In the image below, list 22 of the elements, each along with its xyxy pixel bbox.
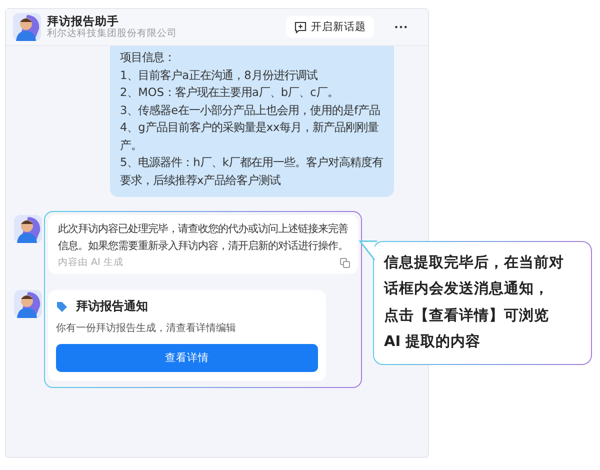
callout-text: 信息提取完毕后，在当前对 话框内会发送消息通知， 点击【查看详情】可浏览 AI 提取的内容 — [384, 253, 565, 352]
message-line: 3、传感器e在一小部分产品上也会用，使用的是f产品 — [120, 102, 382, 118]
message-line: 5、电源器件：h厂、k厂都在用一些。客户对高精度有要求，后续推荐x产品给客户测试 — [120, 155, 384, 188]
message-line: 4、g产品目前客户的采购量是xx每月，新产品刚刚量产。 — [120, 120, 380, 154]
message-line: 1、目前客户a正在沟通，8月份进行调试 — [120, 68, 318, 84]
avatar-icon — [14, 290, 42, 318]
tag-icon — [56, 300, 68, 312]
avatar-icon — [14, 215, 42, 243]
add-chat-icon — [294, 20, 307, 34]
new-topic-button[interactable]: 开启新话题 — [286, 16, 374, 38]
message-line: 2、MOS：客户现在主要用a厂、b厂、c厂。 — [120, 85, 340, 101]
ai-note: 内容由 AI 生成 — [58, 256, 124, 270]
message-text: 此次拜访内容已处理完毕，请查收您的代办或访问上述链接来完善信息。如果您需要重新录入拜访内容，清开启新的对话进行操作。 — [58, 222, 349, 254]
message-line: 项目信息： — [120, 50, 176, 66]
copy-icon[interactable] — [340, 258, 350, 268]
assistant-name: 拜访报告助手 — [47, 14, 120, 28]
card-title: 拜访报告通知 — [76, 298, 148, 315]
view-details-button[interactable]: 查看详情 — [56, 344, 318, 372]
card-text: 你有一份拜访报告生成，清查看详情编辑 — [56, 322, 237, 335]
company-name: 利尔达科技集团股份有限公司 — [47, 28, 178, 40]
avatar-icon — [13, 13, 41, 41]
more-button[interactable]: ••• — [392, 20, 410, 34]
